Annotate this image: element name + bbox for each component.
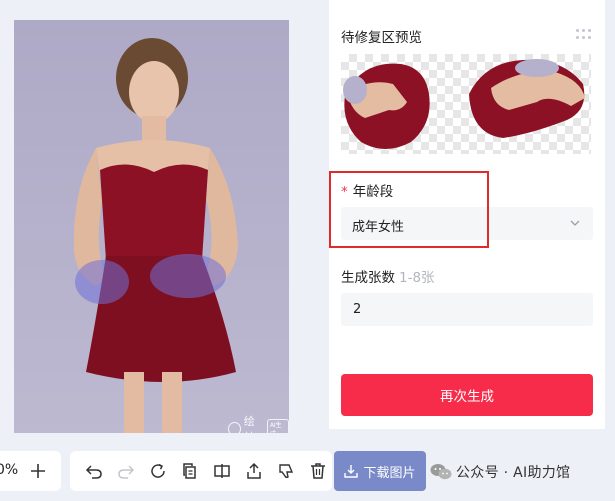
delete-icon[interactable] <box>308 461 328 481</box>
image-count-hint: 1-8张 <box>399 270 435 286</box>
refresh-icon[interactable] <box>148 461 168 481</box>
photo-watermark: 绘蛙 AI生成 <box>228 413 289 433</box>
watermark-badge: AI生成 <box>266 419 289 433</box>
zoom-control: 0% <box>0 451 61 491</box>
undo-icon[interactable] <box>84 461 104 481</box>
wechat-icon <box>430 464 452 480</box>
regenerate-button[interactable]: 再次生成 <box>341 374 593 416</box>
copy-icon[interactable] <box>180 461 200 481</box>
download-icon <box>344 465 359 478</box>
preview-title: 待修复区预览 <box>341 30 422 46</box>
dislike-icon[interactable] <box>276 461 296 481</box>
image-count-label-text: 生成张数 <box>341 270 395 286</box>
download-button[interactable]: 下载图片 <box>334 451 426 491</box>
watermark-logo-icon <box>228 422 241 433</box>
edit-toolbar <box>70 451 332 491</box>
result-image[interactable]: 绘蛙 AI生成 <box>14 20 289 433</box>
drag-handle-icon[interactable] <box>576 29 592 39</box>
chevron-down-icon <box>570 220 580 226</box>
image-count-value: 2 <box>353 302 362 317</box>
watermark-text: 绘蛙 <box>243 415 255 433</box>
zoom-in-icon[interactable] <box>29 462 47 480</box>
redo-icon[interactable] <box>116 461 136 481</box>
age-group-highlight <box>329 171 489 248</box>
zoom-value: 0% <box>0 462 19 478</box>
image-count-input[interactable]: 2 <box>341 293 593 326</box>
download-label: 下载图片 <box>363 465 416 481</box>
account-watermark-text: 公众号 · AI助力馆 <box>456 465 571 481</box>
compare-icon[interactable] <box>212 461 232 481</box>
share-icon[interactable] <box>244 461 264 481</box>
repair-area-preview <box>341 54 591 154</box>
account-watermark: 公众号 · AI助力馆 <box>430 462 570 482</box>
image-count-label: 生成张数 1-8张 <box>341 266 435 286</box>
